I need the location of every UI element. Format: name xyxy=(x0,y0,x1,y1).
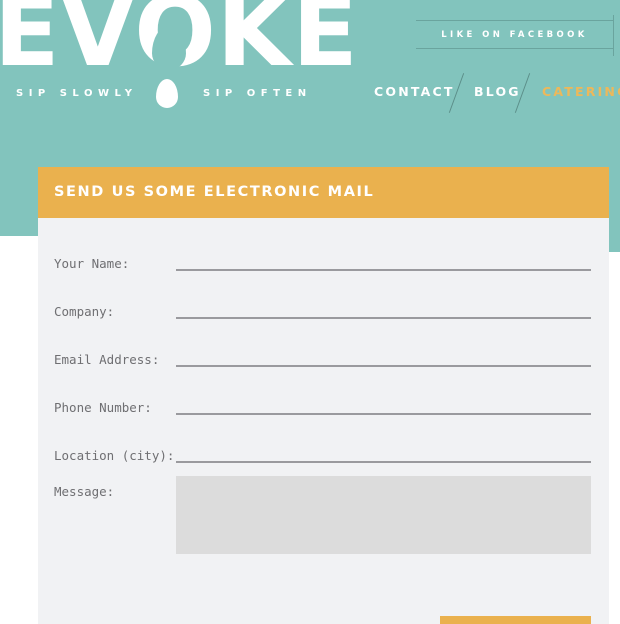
phone-number-input[interactable] xyxy=(176,391,591,415)
field-label: Your Name: xyxy=(54,256,130,271)
send-button[interactable]: SEND xyxy=(440,616,591,624)
tagline-left: SIP SLOWLY xyxy=(16,88,138,99)
water-droplet-icon xyxy=(156,79,178,108)
field-label: Location (city): xyxy=(54,448,175,463)
contact-form: Your Name: Company: Email Address: Phone… xyxy=(38,218,609,624)
form-field-location-city: Location (city): xyxy=(38,427,609,475)
form-field-your-name: Your Name: xyxy=(38,235,609,283)
your-name-input[interactable] xyxy=(176,247,591,271)
location-city-input[interactable] xyxy=(176,439,591,463)
email-address-input[interactable] xyxy=(176,343,591,367)
contact-form-panel: SEND US SOME ELECTRONIC MAIL Your Name: … xyxy=(38,167,609,624)
nav-item-blog[interactable]: BLOG xyxy=(474,84,521,99)
field-label: Company: xyxy=(54,304,115,319)
company-input[interactable] xyxy=(176,295,591,319)
tagline-right: SIP OFTEN xyxy=(203,88,312,99)
like-on-facebook-link[interactable]: LIKE ON FACEBOOK xyxy=(416,15,614,56)
message-textarea[interactable] xyxy=(176,476,591,554)
like-on-facebook-label: LIKE ON FACEBOOK xyxy=(441,30,588,40)
page-root: EVOKE SIP SLOWLY SIP OFTEN LIKE ON FACEB… xyxy=(0,0,620,624)
form-field-phone-number: Phone Number: xyxy=(38,379,609,427)
form-title: SEND US SOME ELECTRONIC MAIL xyxy=(54,184,375,200)
nav-item-contact[interactable]: CONTACT xyxy=(374,84,455,99)
form-field-email-address: Email Address: xyxy=(38,331,609,379)
field-label: Message: xyxy=(54,484,115,499)
form-field-message: Message: xyxy=(38,475,609,565)
form-field-company: Company: xyxy=(38,283,609,331)
form-header-bar: SEND US SOME ELECTRONIC MAIL xyxy=(38,167,609,218)
brand-logo[interactable]: EVOKE SIP SLOWLY SIP OFTEN xyxy=(0,0,358,130)
nav-item-catering[interactable]: CATERING xyxy=(542,84,620,99)
field-label: Email Address: xyxy=(54,352,160,367)
field-label: Phone Number: xyxy=(54,400,152,415)
